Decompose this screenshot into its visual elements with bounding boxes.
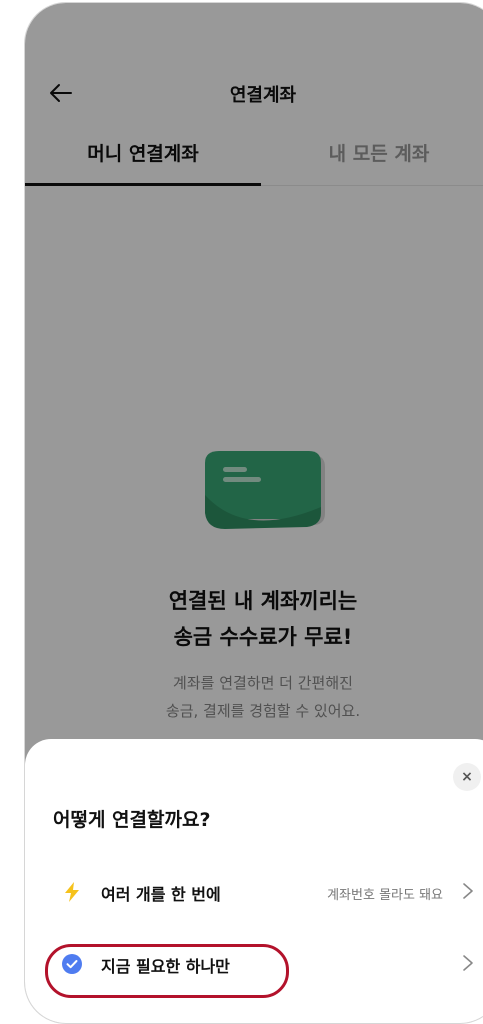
chevron-right-icon (463, 955, 473, 971)
option-label: 지금 필요한 하나만 (101, 957, 230, 976)
option-link-single[interactable]: 지금 필요한 하나만 (25, 935, 483, 995)
close-button[interactable]: × (453, 763, 481, 791)
lightning-icon (65, 882, 79, 902)
option-label: 여러 개를 한 번에 (101, 885, 221, 904)
check-circle-icon (62, 954, 82, 974)
sheet-title: 어떻게 연결할까요? (53, 809, 211, 831)
chevron-right-icon (463, 883, 473, 899)
option-link-multiple[interactable]: 여러 개를 한 번에 계좌번호 몰라도 돼요 (25, 863, 483, 923)
bottom-sheet: × 어떻게 연결할까요? 여러 개를 한 번에 계좌번호 몰라도 돼요 지금 필… (25, 739, 483, 1023)
option-hint: 계좌번호 몰라도 돼요 (327, 888, 443, 903)
linked-accounts-screen: 연결계좌 머니 연결계좌 내 모든 계좌 연결된 내 계좌끼리는 송금 수수료가… (25, 3, 483, 1023)
phone-frame: 연결계좌 머니 연결계좌 내 모든 계좌 연결된 내 계좌끼리는 송금 수수료가… (24, 2, 483, 1024)
